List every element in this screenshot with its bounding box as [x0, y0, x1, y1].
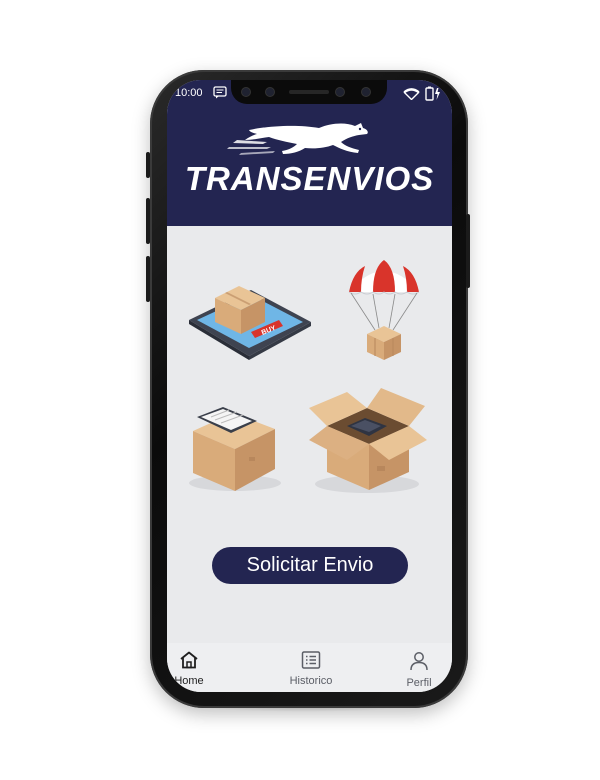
- message-icon: [213, 86, 227, 104]
- nav-historico[interactable]: Historico: [281, 651, 341, 687]
- phone-screen: 10:00 TRANSENVIOS BUY Solicitar Envio Ho…: [167, 80, 452, 692]
- sensor-icon: [265, 87, 275, 97]
- open-box-illustration: [307, 380, 429, 501]
- tablet-buy-box-illustration: BUY: [187, 268, 313, 369]
- clipboard-box-illustration: [181, 395, 281, 500]
- home-icon: [180, 651, 198, 669]
- user-icon: [410, 652, 428, 671]
- phone-notch: [231, 80, 387, 104]
- nav-perfil[interactable]: Perfil: [401, 651, 437, 689]
- speaker-grille: [289, 90, 329, 94]
- nav-home[interactable]: Home: [173, 651, 205, 687]
- bottom-nav: Home Historico Perfil: [167, 643, 452, 692]
- solicitar-envio-button[interactable]: Solicitar Envio: [212, 547, 408, 584]
- phone-side-button-right: [466, 214, 470, 288]
- app-header: 10:00 TRANSENVIOS: [167, 80, 452, 226]
- list-icon: [301, 651, 321, 669]
- brand-title: TRANSENVIOS: [184, 160, 435, 197]
- status-time: 10:00: [175, 87, 203, 99]
- nav-historico-label: Historico: [289, 675, 333, 687]
- phone-side-button-left-3: [146, 256, 150, 302]
- running-cat-logo: [227, 120, 397, 165]
- nav-home-label: Home: [174, 675, 204, 687]
- battery-charging-icon: [425, 85, 441, 106]
- sensor-icon: [361, 87, 371, 97]
- wifi-icon: [403, 87, 420, 105]
- phone-side-button-left-1: [146, 152, 150, 178]
- parachute-box-illustration: [347, 258, 421, 367]
- phone-side-button-left-2: [146, 198, 150, 244]
- sensor-icon: [335, 87, 345, 97]
- nav-perfil-label: Perfil: [406, 677, 432, 689]
- camera-icon: [241, 87, 251, 97]
